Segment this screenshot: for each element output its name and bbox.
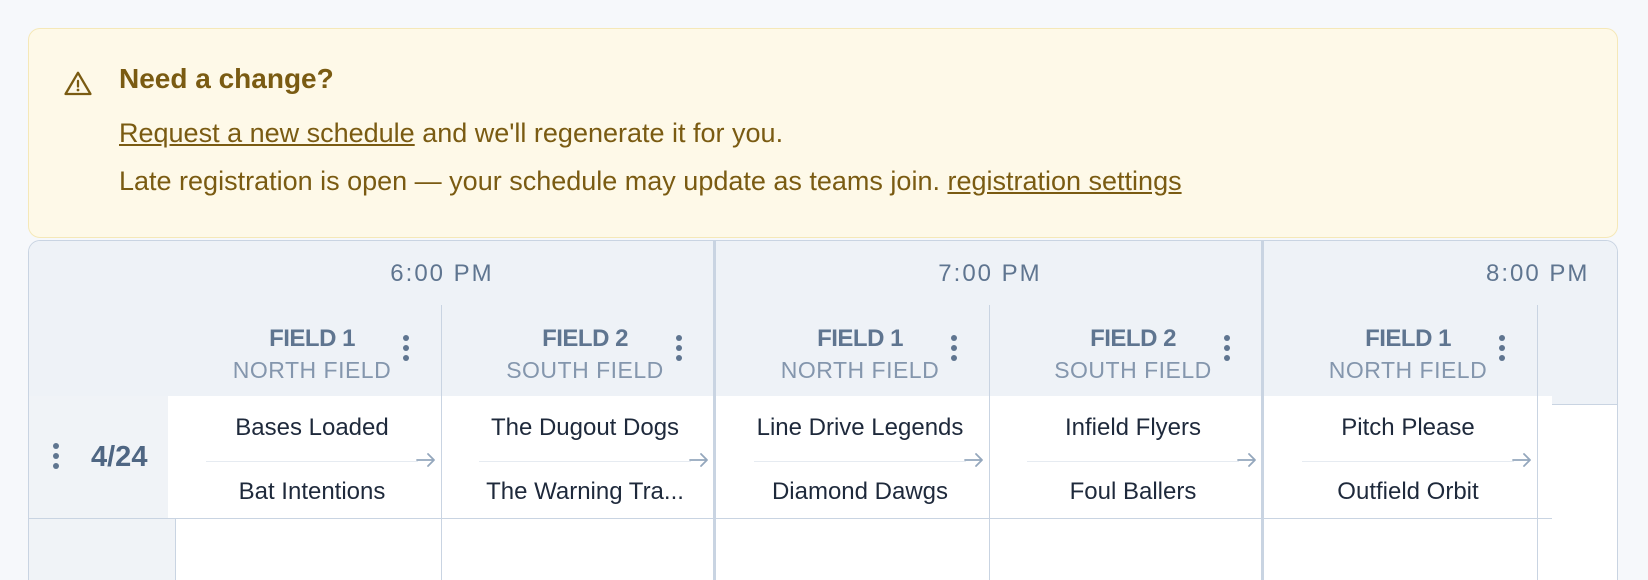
home-team: Bases Loaded — [235, 414, 389, 441]
schedule-grid: 6:00 PM 7:00 PM 8:00 PM FIELD 1 NORTH FI… — [28, 240, 1618, 580]
request-new-schedule-link[interactable]: Request a new schedule — [119, 118, 415, 148]
field-name: FIELD 2 — [1090, 325, 1176, 352]
game-cell[interactable]: Line Drive Legends Diamond Dawgs — [716, 396, 1004, 519]
team-divider — [1302, 461, 1514, 462]
away-team: Diamond Dawgs — [771, 478, 949, 505]
swap-arrow-icon[interactable] — [414, 448, 438, 472]
home-team: Pitch Please — [1341, 414, 1475, 441]
grid-corner — [29, 241, 176, 405]
team-divider — [754, 461, 966, 462]
game-cell[interactable]: The Dugout Dogs The Warning Tra... — [441, 396, 729, 519]
time-divider — [713, 241, 716, 580]
notice-late-line: Late registration is open — your schedul… — [119, 166, 1182, 197]
field-name: FIELD 1 — [1365, 325, 1451, 352]
column-divider — [989, 305, 990, 580]
field-name: FIELD 1 — [269, 325, 355, 352]
away-team: Bat Intentions — [238, 478, 386, 505]
row-menu-icon[interactable] — [51, 443, 61, 475]
field-location: SOUTH FIELD — [1054, 357, 1212, 383]
field-header: FIELD 2 SOUTH FIELD — [989, 305, 1277, 404]
notice-title: Need a change? — [119, 63, 334, 94]
field-location: NORTH FIELD — [1328, 357, 1488, 383]
time-label: 7:00 PM — [938, 260, 1042, 287]
field-menu-icon[interactable] — [1497, 335, 1507, 367]
away-team: Outfield Orbit — [1337, 478, 1479, 505]
away-team: Foul Ballers — [1069, 478, 1197, 505]
registration-settings-link[interactable]: registration settings — [947, 166, 1181, 196]
swap-arrow-icon[interactable] — [687, 448, 711, 472]
team-divider — [206, 461, 418, 462]
column-divider — [441, 305, 442, 580]
change-notice: Need a change? Request a new schedule an… — [28, 28, 1618, 238]
late-registration-text: Late registration is open — your schedul… — [119, 166, 948, 196]
time-divider — [1261, 241, 1264, 580]
game-cell[interactable]: Infield Flyers Foul Ballers — [989, 396, 1277, 519]
field-menu-icon[interactable] — [401, 335, 411, 367]
game-cell[interactable]: Pitch Please Outfield Orbit — [1264, 396, 1552, 519]
field-menu-icon[interactable] — [674, 335, 684, 367]
time-label: 6:00 PM — [390, 260, 494, 287]
game-cell[interactable]: Bases Loaded Bat Intentions — [168, 396, 456, 519]
swap-arrow-icon[interactable] — [1510, 448, 1534, 472]
notice-request-line: Request a new schedule and we'll regener… — [119, 118, 783, 149]
notice-request-suffix: and we'll regenerate it for you. — [414, 118, 784, 148]
field-header: FIELD 1 NORTH FIELD — [168, 305, 456, 404]
column-divider — [1537, 305, 1538, 580]
home-team: Infield Flyers — [1064, 414, 1202, 441]
team-divider — [1027, 461, 1239, 462]
field-header: FIELD 1 NORTH FIELD — [716, 305, 1004, 404]
home-team: Line Drive Legends — [756, 414, 964, 441]
home-team: The Dugout Dogs — [490, 414, 680, 441]
field-header: FIELD 1 NORTH FIELD — [1264, 305, 1552, 404]
away-team: The Warning Tra... — [486, 478, 684, 505]
date-row-header: 4/24 — [29, 396, 176, 519]
date-row-header — [29, 519, 176, 580]
row-date: 4/24 — [91, 441, 148, 473]
field-name: FIELD 2 — [542, 325, 628, 352]
warning-icon — [64, 71, 92, 96]
field-menu-icon[interactable] — [949, 335, 959, 367]
field-location: NORTH FIELD — [232, 357, 392, 383]
field-header: FIELD 2 SOUTH FIELD — [441, 305, 729, 404]
field-location: SOUTH FIELD — [506, 357, 664, 383]
time-label: 8:00 PM — [1486, 260, 1590, 287]
field-menu-icon[interactable] — [1222, 335, 1232, 367]
field-name: FIELD 1 — [817, 325, 903, 352]
swap-arrow-icon[interactable] — [1235, 448, 1259, 472]
team-divider — [479, 461, 691, 462]
field-location: NORTH FIELD — [780, 357, 940, 383]
swap-arrow-icon[interactable] — [962, 448, 986, 472]
